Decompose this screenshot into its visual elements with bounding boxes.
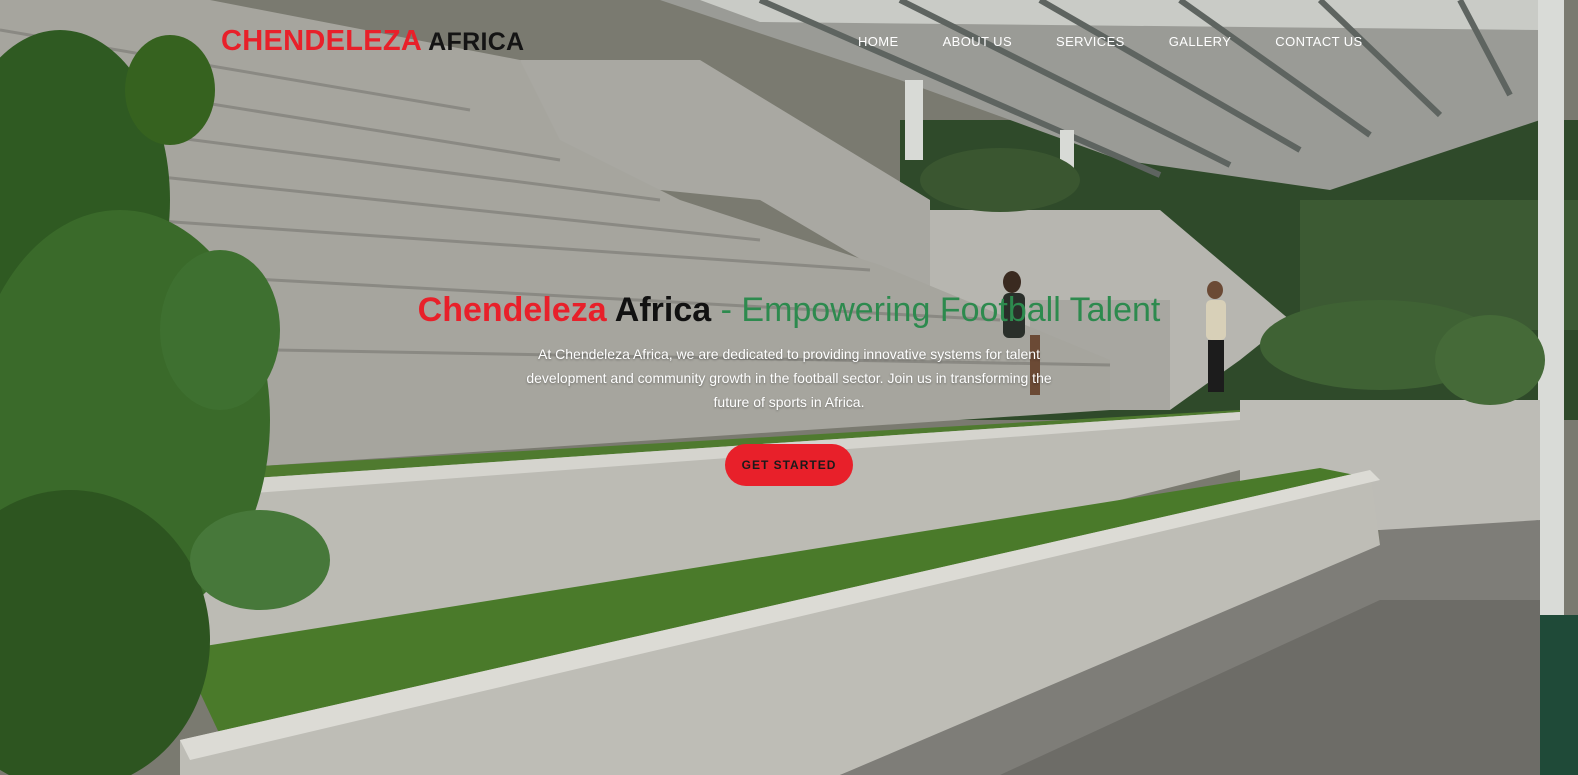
- hero-title: Chendeleza Africa - Empowering Football …: [0, 288, 1578, 332]
- brand-logo[interactable]: CHENDELEZA AFRICA: [221, 24, 524, 59]
- nav-item-contact-us: CONTACT US: [1275, 33, 1362, 51]
- hero-content: Chendeleza Africa - Empowering Football …: [0, 288, 1578, 486]
- nav-link-contact-us[interactable]: CONTACT US: [1275, 34, 1362, 49]
- nav-item-gallery: GALLERY: [1169, 33, 1232, 51]
- brand-logo-primary: CHENDELEZA: [221, 25, 423, 57]
- get-started-button[interactable]: GET STARTED: [725, 444, 853, 486]
- nav-item-home: HOME: [858, 33, 899, 51]
- hero-title-tagline: - Empowering Football Talent: [720, 291, 1161, 329]
- site-header: CHENDELEZA AFRICA HOME ABOUT US SERVICES …: [0, 0, 1578, 84]
- nav-link-home[interactable]: HOME: [858, 34, 899, 49]
- hero-section: CHENDELEZA AFRICA HOME ABOUT US SERVICES …: [0, 0, 1578, 775]
- brand-logo-secondary: AFRICA: [428, 28, 525, 56]
- nav-item-about-us: ABOUT US: [943, 33, 1012, 51]
- nav-link-services[interactable]: SERVICES: [1056, 34, 1125, 49]
- nav-link-about-us[interactable]: ABOUT US: [943, 34, 1012, 49]
- hero-description: At Chendeleza Africa, we are dedicated t…: [526, 346, 1052, 410]
- hero-title-brand: Chendeleza: [417, 291, 607, 329]
- nav-link-gallery[interactable]: GALLERY: [1169, 34, 1232, 49]
- nav-item-services: SERVICES: [1056, 33, 1125, 51]
- hero-title-region: Africa: [614, 291, 712, 329]
- main-nav: HOME ABOUT US SERVICES GALLERY CONTACT U…: [858, 33, 1363, 51]
